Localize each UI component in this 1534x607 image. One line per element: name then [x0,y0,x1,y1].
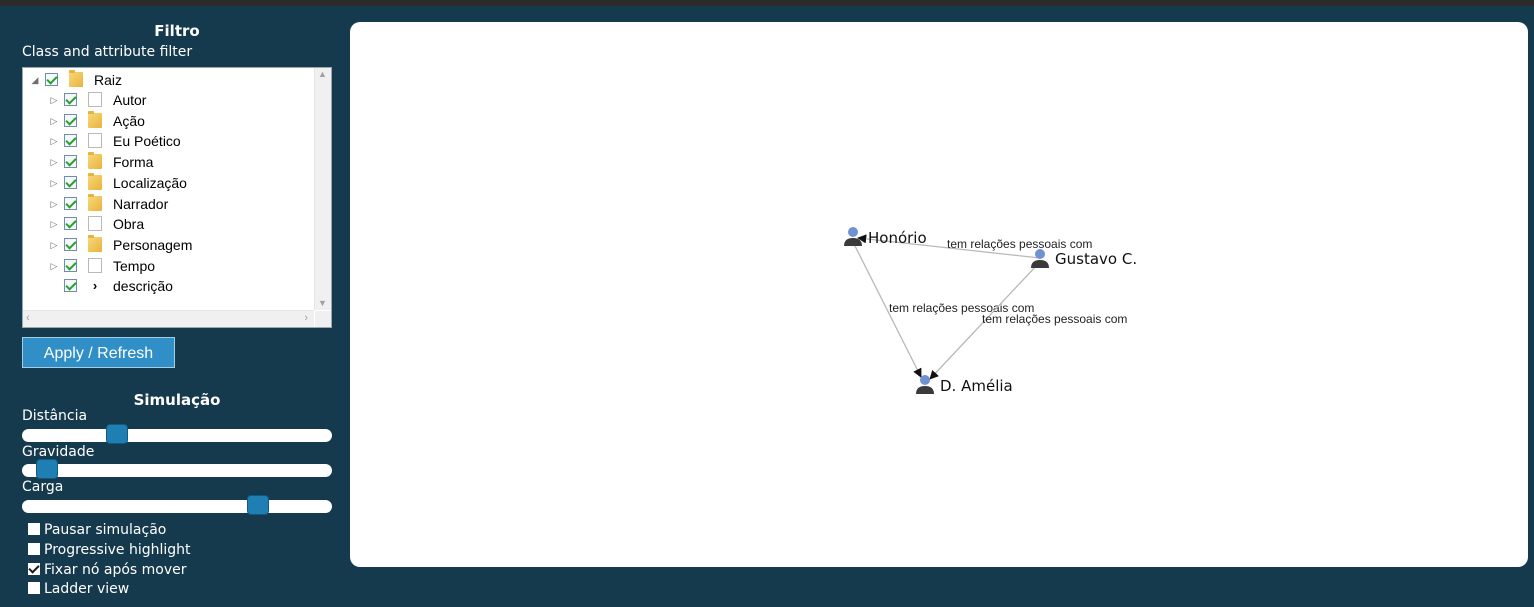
tree-checkbox[interactable] [64,258,77,272]
tree-item-label: Forma [113,154,154,171]
tree-item-label: Tempo [113,257,156,274]
edge-label: tem relações pessoais com [947,237,1092,251]
pause-simulation-checkbox[interactable] [28,523,40,535]
folder-icon [88,234,102,252]
tree-checkbox[interactable] [64,237,77,251]
tree-checkbox[interactable] [64,196,77,210]
folder-icon [88,152,102,170]
folder-icon [88,172,102,190]
tree-checkbox[interactable] [64,113,77,127]
edge-label: tem relações pessoais com [982,312,1127,326]
charge-slider-handle[interactable] [247,495,269,515]
fix-node-option[interactable]: Fixar nó após mover [28,561,187,579]
option-label: Ladder view [44,581,130,597]
graph-node[interactable]: Honório [844,227,927,247]
ladder-view-checkbox[interactable] [28,582,40,594]
collapsed-arrow-icon[interactable]: ▷ [48,152,60,172]
collapsed-arrow-icon[interactable]: ▷ [48,256,60,276]
expanded-arrow-icon[interactable]: ◢ [29,70,41,90]
collapsed-arrow-icon[interactable]: ▷ [48,235,60,255]
collapsed-arrow-icon[interactable]: ▷ [48,111,60,131]
node-label: Gustavo C. [1055,250,1137,268]
filter-subtitle: Class and attribute filter [22,44,193,60]
node-label: Honório [868,229,927,247]
distance-label: Distância [22,408,88,424]
tree-checkbox[interactable] [64,279,77,293]
tree-checkbox[interactable] [45,73,58,86]
tree-item-label: Autor [113,92,147,108]
progressive-highlight-checkbox[interactable] [28,543,40,555]
tree-item-label: Localização [113,174,187,191]
sidebar: Filtro Class and attribute filter ◢ Raiz… [0,6,345,607]
simulation-title: Simulação [133,391,221,409]
tree-vertical-scrollbar[interactable]: ▲ ▼ [314,68,331,310]
ladder-view-option[interactable]: Ladder view [28,580,129,598]
class-tree[interactable]: ◢ Raiz ▷ Autor ▷ Ação ▷ Eu Poético ▷ For… [22,67,332,328]
node-label: D. Amélia [940,377,1013,395]
tree-checkbox[interactable] [64,217,77,231]
gravity-label: Gravidade [22,444,95,460]
file-icon [88,216,102,232]
fix-node-checkbox[interactable] [28,563,40,575]
pause-simulation-option[interactable]: Pausar simulação [28,521,166,539]
folder-icon [88,110,102,128]
gravity-slider[interactable] [22,459,332,479]
tree-item-label: Ação [113,112,145,129]
graph-svg[interactable]: tem relações pessoais com tem relações p… [350,22,1528,567]
tree-item-label: Raiz [94,72,123,88]
collapsed-arrow-icon[interactable]: ▷ [48,173,60,193]
tree-item-label: Narrador [113,195,169,212]
tree-item-label: Obra [113,216,145,233]
person-icon [1031,249,1049,268]
collapsed-arrow-icon[interactable]: ▷ [48,90,60,110]
collapsed-arrow-icon[interactable]: ▷ [48,214,60,234]
scroll-right-icon[interactable]: › [304,312,308,324]
progressive-highlight-option[interactable]: Progressive highlight [28,541,191,559]
scroll-up-icon[interactable]: ▲ [318,69,327,79]
option-label: Fixar nó após mover [44,562,187,578]
chevron-right-icon: › [92,278,98,294]
file-icon [88,257,102,273]
apply-refresh-button[interactable]: Apply / Refresh [22,337,175,368]
graph-node[interactable]: Gustavo C. [1031,249,1137,268]
charge-label: Carga [22,479,64,495]
folder-icon [69,70,83,87]
option-label: Pausar simulação [44,522,167,538]
tree-checkbox[interactable] [64,134,77,148]
tree-item-label: Eu Poético [113,133,181,150]
tree-item-label: Personagem [113,236,193,253]
tree-horizontal-scrollbar[interactable]: ‹ › [23,310,314,327]
distance-slider-handle[interactable] [106,424,128,444]
tree-item-label: descrição [113,278,173,295]
scrollbar-corner [315,311,331,327]
file-icon [88,92,102,107]
filter-title: Filtro [154,22,200,40]
graph-canvas[interactable]: tem relações pessoais com tem relações p… [350,22,1528,567]
collapsed-arrow-icon[interactable]: ▷ [48,131,60,151]
distance-slider[interactable] [22,424,332,444]
person-icon [844,227,862,246]
tree-checkbox[interactable] [64,155,77,169]
scroll-down-icon[interactable]: ▼ [318,298,327,308]
collapsed-arrow-icon[interactable]: ▷ [48,194,60,214]
folder-icon [88,193,102,211]
scroll-left-icon[interactable]: ‹ [26,312,30,324]
file-icon [88,133,102,149]
option-label: Progressive highlight [44,542,191,558]
gravity-slider-handle[interactable] [36,459,58,479]
tree-checkbox[interactable] [64,93,77,106]
tree-checkbox[interactable] [64,175,77,189]
charge-slider[interactable] [22,495,332,515]
